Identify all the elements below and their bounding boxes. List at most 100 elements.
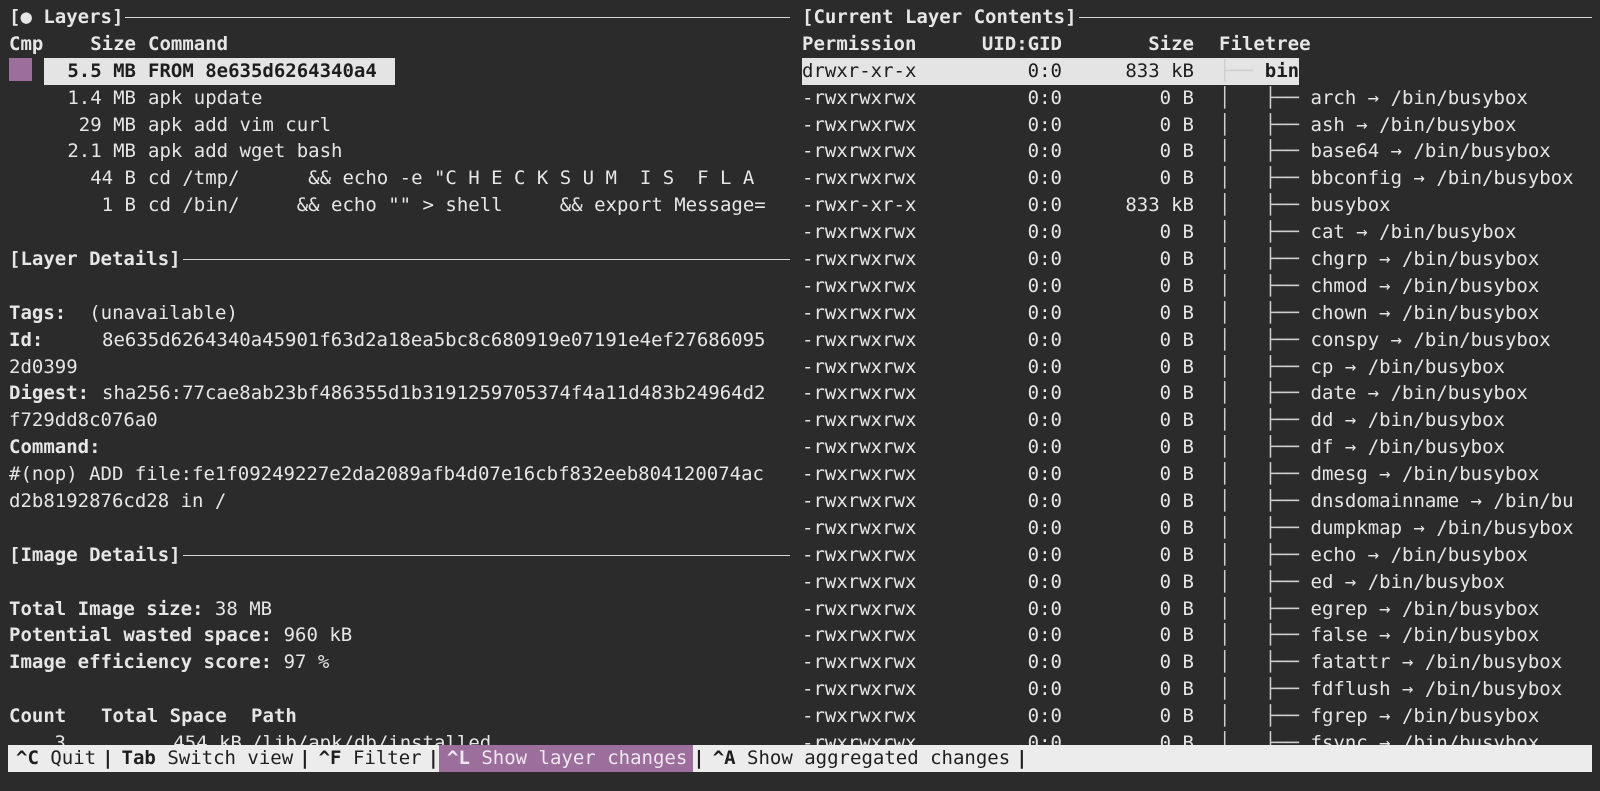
file-tree-entry: │ ├── bbconfig → /bin/busybox [1219,165,1592,192]
keybinding-quit[interactable]: ^C Quit [8,745,102,772]
file-row[interactable]: -rwxrwxrwx 0:0 0 B │ ├── chown → /bin/busyb… [802,300,1592,327]
total-size-value: 38 MB [214,597,273,620]
file-size: 0 B [1159,301,1194,324]
keybinding-separator: | [102,747,114,769]
layer-row[interactable]: 5.5 MB FROM 8e635d6264340a4 [9,57,790,85]
efficiency-line: Image efficiency score: 97 % [9,649,790,676]
tree-branch: │ ├── [1219,274,1311,297]
keybinding-switch-view[interactable]: Tab Switch view [114,745,300,772]
file-row[interactable]: -rwxrwxrwx 0:0 0 B │ ├── egrep → /bin/busyb… [802,596,1592,623]
file-size: 833 kB [1125,194,1194,217]
file-row[interactable]: -rwxrwxrwx 0:0 0 B │ ├── fatattr → /bin/bus… [802,649,1592,676]
wasted-space-line: Potential wasted space: 960 kB [9,622,790,649]
file-name: fatattr → /bin/busybox [1310,651,1563,674]
col-file-size: Size [1148,32,1194,55]
file-name: dnsdomainname → /bin/bu [1310,490,1574,513]
layer-command: apk add wget bash [148,140,343,163]
header-rule [182,555,790,557]
col-filetree: Filetree [1219,32,1311,55]
file-tree-entry: ├── bin [1219,58,1592,85]
file-tree-entry: │ ├── busybox [1219,192,1592,219]
file-row[interactable]: -rwxrwxrwx 0:0 0 B │ ├── fgrep → /bin/busyb… [802,703,1592,730]
contents-title: [Current Layer Contents] [802,6,1077,28]
keybinding-filter[interactable]: ^F Filter [311,745,428,772]
file-row[interactable]: -rwxrwxrwx 0:0 0 B │ ├── bbconfig → /bin/bu… [802,165,1592,192]
digest-line: Digest: sha256:77cae8ab23bf486355d1b31912… [9,380,790,407]
file-row[interactable]: -rwxrwxrwx 0:0 0 B │ ├── chgrp → /bin/busyb… [802,246,1592,273]
file-row[interactable]: drwxr-xr-x 0:0 833 kB ├── bin [802,57,1592,85]
layer-row[interactable]: 1.4 MB apk update [9,85,790,112]
layer-row[interactable]: 1 B cd /bin/ && echo "" > shell && export… [9,192,790,219]
digest-line-cont: f729dd8c076a0 [9,409,158,432]
file-size: 0 B [1159,328,1194,351]
file-size: 0 B [1159,705,1194,728]
file-row[interactable]: -rwxrwxrwx 0:0 0 B │ ├── chmod → /bin/busyb… [802,273,1592,300]
file-uid-gid: 0:0 [1027,705,1062,728]
file-row[interactable]: -rwxrwxrwx 0:0 0 B │ ├── dumpkmap → /bin/bu… [802,515,1592,542]
file-size: 0 B [1159,167,1194,190]
tree-branch: │ ├── [1219,140,1311,163]
file-row[interactable]: -rwxrwxrwx 0:0 0 B │ ├── dd → /bin/busybox [802,407,1592,434]
tree-branch: ├── [1219,59,1265,82]
file-uid-gid: 0:0 [1027,328,1062,351]
file-uid-gid: 0:0 [1027,436,1062,459]
layer-command: FROM 8e635d6264340a4 [148,59,377,82]
file-uid-gid: 0:0 [1027,86,1062,109]
file-uid-gid: 0:0 [1027,274,1062,297]
layer-row[interactable]: 44 B cd /tmp/ && echo -e "C H E C K S U M… [9,165,790,192]
file-tree-entry: │ ├── fdflush → /bin/busybox [1219,676,1592,703]
contents-columns: Permission UID:GID Size Filetree [802,31,1592,58]
layer-row[interactable]: 29 MB apk add vim curl [9,112,790,139]
file-uid-gid: 0:0 [1027,570,1062,593]
file-row[interactable]: -rwxrwxrwx 0:0 0 B │ ├── cat → /bin/busybox [802,219,1592,246]
file-uid-gid: 0:0 [1027,59,1062,82]
col-cmp: Cmp [9,32,44,55]
file-size: 0 B [1159,382,1194,405]
keybinding-show-aggregated-changes[interactable]: ^A Show aggregated changes [705,745,1016,772]
tree-branch: │ ├── [1219,516,1311,539]
file-size: 0 B [1159,409,1194,432]
file-row[interactable]: -rwxrwxrwx 0:0 0 B │ ├── echo → /bin/busybo… [802,542,1592,569]
file-name: dumpkmap → /bin/busybox [1310,516,1574,539]
layer-size: 1 B [101,194,136,217]
file-row[interactable]: -rwxrwxrwx 0:0 0 B │ ├── df → /bin/busybox [802,434,1592,461]
file-row[interactable]: -rwxrwxrwx 0:0 0 B │ ├── ash → /bin/busybox [802,112,1592,139]
layer-command: apk add vim curl [148,113,332,136]
tags-line: Tags: (unavailable) [9,300,790,327]
layers-title: [● Layers] [9,6,124,28]
file-tree-entry: │ ├── base64 → /bin/busybox [1219,138,1592,165]
file-permission: -rwxrwxrwx [802,382,917,405]
tree-branch: │ ├── [1219,301,1311,324]
file-uid-gid: 0:0 [1027,543,1062,566]
file-row[interactable]: -rwxrwxrwx 0:0 0 B │ ├── base64 → /bin/busy… [802,138,1592,165]
layer-command: apk update [148,86,263,109]
file-row[interactable]: -rwxrwxrwx 0:0 0 B │ ├── date → /bin/busybo… [802,380,1592,407]
keybinding-key: ^F [318,747,342,769]
layers-list: 5.5 MB FROM 8e635d6264340a4 1.4 MB apk upda… [9,57,790,219]
layer-row[interactable]: 2.1 MB apk add wget bash [9,138,790,165]
keybinding-show-layer-changes[interactable]: ^L Show layer changes [439,745,694,772]
file-row[interactable]: -rwxrwxrwx 0:0 0 B │ ├── fdflush → /bin/bus… [802,676,1592,703]
file-row[interactable]: -rwxrwxrwx 0:0 0 B │ ├── ed → /bin/busybox [802,569,1592,596]
tree-branch: │ ├── [1219,490,1311,513]
file-row[interactable]: -rwxrwxrwx 0:0 0 B │ ├── arch → /bin/busybo… [802,85,1592,112]
file-permission: -rwxrwxrwx [802,543,917,566]
file-row[interactable]: -rwxrwxrwx 0:0 0 B │ ├── false → /bin/busyb… [802,622,1592,649]
file-row[interactable]: -rwxrwxrwx 0:0 0 B │ ├── cp → /bin/busybox [802,354,1592,381]
file-permission: -rwxrwxrwx [802,570,917,593]
file-tree-entry: │ ├── cp → /bin/busybox [1219,354,1592,381]
file-row[interactable]: -rwxrwxrwx 0:0 0 B │ ├── dnsdomainname → /b… [802,488,1592,515]
file-size: 0 B [1159,221,1194,244]
file-row[interactable]: -rwxrwxrwx 0:0 0 B │ ├── conspy → /bin/busy… [802,327,1592,354]
file-uid-gid: 0:0 [1027,409,1062,432]
file-uid-gid: 0:0 [1027,597,1062,620]
file-permission: -rwxrwxrwx [802,167,917,190]
file-name: base64 → /bin/busybox [1310,140,1551,163]
tree-branch: │ ├── [1219,436,1311,459]
file-name: bin [1264,59,1300,82]
file-row[interactable]: -rwxr-xr-x 0:0 833 kB │ ├── busybox [802,192,1592,219]
file-size: 0 B [1159,570,1194,593]
file-row[interactable]: -rwxrwxrwx 0:0 0 B │ ├── dmesg → /bin/busyb… [802,461,1592,488]
file-permission: drwxr-xr-x [802,59,917,82]
